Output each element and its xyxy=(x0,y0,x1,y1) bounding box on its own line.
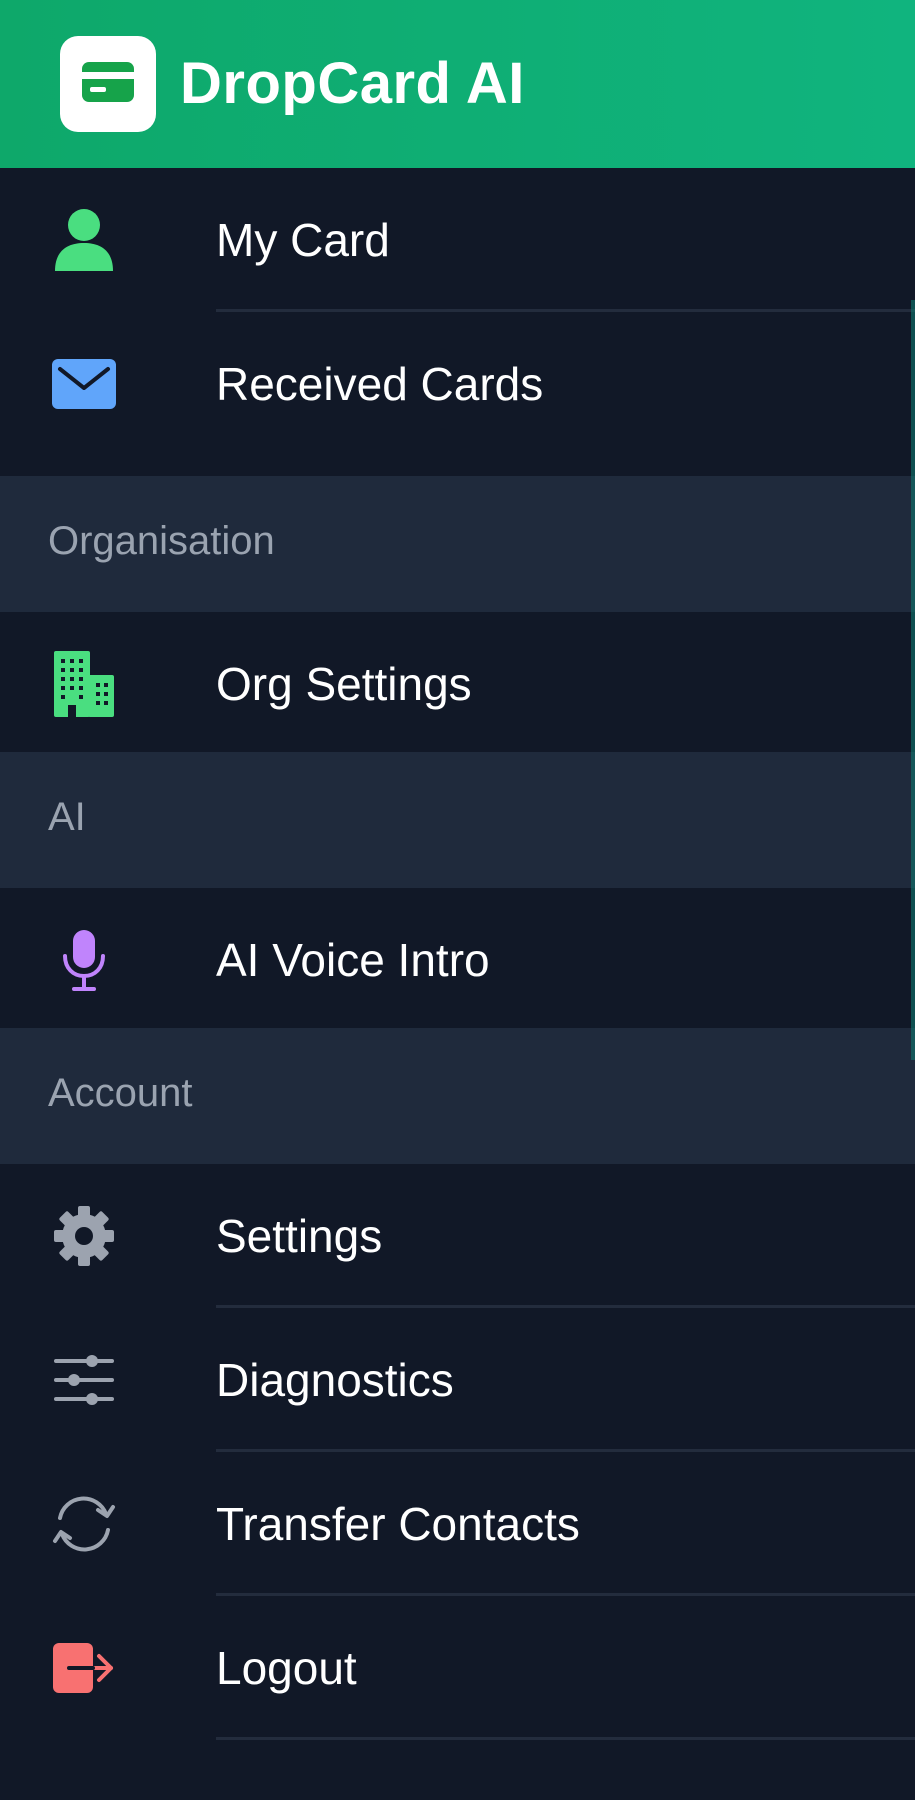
menu-item-label: Logout xyxy=(216,1642,357,1694)
menu-item-label: AI Voice Intro xyxy=(216,934,490,986)
navigation-drawer: DropCard AI My Card Received Cards Organ… xyxy=(0,0,915,1800)
section-label: Organisation xyxy=(48,519,275,563)
menu-item-label: Transfer Contacts xyxy=(216,1498,580,1550)
section-label: Account xyxy=(48,1071,193,1115)
menu-item-received-cards[interactable]: Received Cards xyxy=(0,312,915,456)
section-header-organisation: Organisation xyxy=(0,476,915,612)
divider xyxy=(216,1737,915,1740)
menu-item-label: Received Cards xyxy=(216,358,544,410)
menu-item-label: Org Settings xyxy=(216,658,472,710)
menu-item-org-settings[interactable]: Org Settings xyxy=(0,612,915,756)
drawer-header: DropCard AI xyxy=(0,0,915,168)
app-title: DropCard AI xyxy=(180,51,525,116)
menu-item-label: Diagnostics xyxy=(216,1354,454,1406)
microphone-icon xyxy=(50,924,118,996)
envelope-icon xyxy=(50,348,118,420)
app-logo xyxy=(60,36,156,132)
sliders-icon xyxy=(50,1344,118,1416)
sync-icon xyxy=(50,1488,118,1560)
menu-item-logout[interactable]: Logout xyxy=(0,1596,915,1740)
menu-item-label: My Card xyxy=(216,214,390,266)
building-icon xyxy=(50,648,118,720)
menu-item-my-card[interactable]: My Card xyxy=(0,168,915,312)
logout-icon xyxy=(50,1632,118,1704)
menu-item-ai-voice-intro[interactable]: AI Voice Intro xyxy=(0,888,915,1032)
credit-card-icon xyxy=(80,60,136,109)
menu-item-label: Settings xyxy=(216,1210,383,1262)
menu-item-settings[interactable]: Settings xyxy=(0,1164,915,1308)
section-header-ai: AI xyxy=(0,752,915,888)
section-label: AI xyxy=(48,795,86,839)
menu-item-transfer-contacts[interactable]: Transfer Contacts xyxy=(0,1452,915,1596)
drawer-edge xyxy=(911,300,915,1060)
section-header-account: Account xyxy=(0,1028,915,1164)
person-icon xyxy=(50,204,118,276)
gear-icon xyxy=(50,1200,118,1272)
menu-item-diagnostics[interactable]: Diagnostics xyxy=(0,1308,915,1452)
